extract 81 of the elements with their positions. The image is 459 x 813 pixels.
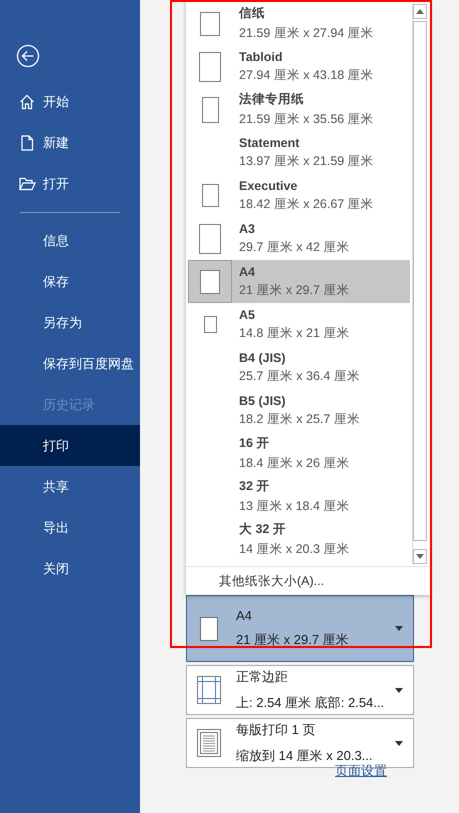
paper-size-option[interactable]: B4 (JIS) 25.7 厘米 x 36.4 厘米 — [188, 346, 410, 389]
sidebar-item[interactable]: 导出 — [0, 507, 140, 548]
page-icon — [200, 616, 218, 640]
sidebar-item[interactable]: 开始 — [0, 81, 140, 122]
sidebar-item[interactable]: 另存为 — [0, 302, 140, 343]
down-arrow-icon — [416, 554, 424, 559]
paper-dimensions: 21.59 厘米 x 35.56 厘米 — [239, 111, 374, 128]
scroll-thumb[interactable] — [413, 21, 427, 541]
paper-dimensions: 29.7 厘米 x 42 厘米 — [239, 238, 350, 256]
paper-dimensions: 13 厘米 x 18.4 厘米 — [239, 498, 350, 515]
scroll-up-button[interactable] — [413, 4, 427, 19]
paper-name: A4 — [239, 264, 256, 278]
paper-name: 16 开 — [239, 435, 270, 452]
page-icon — [200, 12, 220, 36]
folder-icon — [19, 176, 36, 190]
setting-value: 上: 2.54 厘米 底部: 2.54... — [236, 694, 386, 712]
sidebar-item[interactable]: 信息 — [0, 220, 140, 261]
paper-dimensions: 27.94 厘米 x 43.18 厘米 — [239, 66, 374, 84]
page-lines-icon — [197, 729, 221, 757]
margins-icon — [197, 676, 221, 704]
paper-dimensions: 18.42 厘米 x 26.67 厘米 — [239, 196, 374, 212]
sidebar-item[interactable]: 新建 — [0, 122, 140, 163]
caret-icon — [395, 688, 403, 692]
setting-value: 21 厘米 x 29.7 厘米 — [236, 631, 350, 649]
paper-dimensions: 13.97 厘米 x 21.59 厘米 — [239, 152, 374, 170]
sidebar-item[interactable]: 保存 — [0, 261, 140, 302]
setting-title: 正常边距 — [236, 668, 289, 686]
paper-dimensions: 21.59 厘米 x 27.94 厘米 — [239, 25, 374, 42]
page-icon — [199, 224, 221, 254]
paper-name: 信纸 — [239, 5, 266, 22]
caret-icon — [395, 740, 403, 746]
setting-title: 每版打印 1 页 — [236, 721, 316, 739]
paper-size-option[interactable]: A5 14.8 厘米 x 21 厘米 — [188, 303, 410, 346]
paper-dimensions: 14 厘米 x 20.3 厘米 — [239, 541, 350, 558]
back-icon[interactable] — [16, 44, 40, 68]
page-icon — [200, 270, 220, 294]
paper-dimensions: 21 厘米 x 29.7 厘米 — [239, 282, 350, 298]
page-icon — [204, 316, 216, 333]
paper-dimensions: 14.8 厘米 x 21 厘米 — [239, 324, 350, 342]
sidebar-item[interactable]: 共享 — [0, 466, 140, 507]
paper-name: 32 开 — [239, 478, 270, 495]
document-icon — [19, 134, 35, 150]
paper-size-option[interactable]: 信纸 21.59 厘米 x 27.94 厘米 — [188, 2, 410, 45]
paper-size-option[interactable]: A4 21 厘米 x 29.7 厘米 — [188, 260, 410, 303]
paper-name: Executive — [239, 178, 298, 192]
sidebar-item[interactable]: 关闭 — [0, 548, 140, 589]
sidebar-item[interactable]: 打开 — [0, 163, 140, 204]
margins-dropdown[interactable]: 正常边距 上: 2.54 厘米 底部: 2.54... — [186, 665, 414, 715]
paper-dimensions: 25.7 厘米 x 36.4 厘米 — [239, 368, 360, 384]
setting-value: 缩放到 14 厘米 x 20.3... — [236, 747, 374, 764]
paper-name: 法律专用纸 — [239, 91, 305, 108]
paper-name: B5 (JIS) — [239, 394, 287, 408]
sidebar-item[interactable]: 打印 — [0, 425, 140, 466]
caret-icon — [395, 626, 403, 631]
paper-name: A3 — [239, 222, 256, 236]
paper-size-option[interactable]: A3 29.7 厘米 x 42 厘米 — [188, 217, 410, 260]
paper-name: B4 (JIS) — [239, 350, 287, 364]
setting-title: A4 — [236, 608, 253, 623]
page-icon — [199, 52, 221, 82]
paper-name: Statement — [239, 136, 300, 150]
paper-dropdown[interactable]: A4 21 厘米 x 29.7 厘米 — [186, 595, 414, 662]
paper-size-option[interactable]: 32 开 13 厘米 x 18.4 厘米 — [188, 475, 410, 518]
paper-name: A5 — [239, 308, 256, 322]
sidebar-item[interactable]: 保存到百度网盘 — [0, 343, 140, 384]
paper-size-option[interactable]: Executive 18.42 厘米 x 26.67 厘米 — [188, 174, 410, 217]
paper-dimensions: 18.4 厘米 x 26 厘米 — [239, 455, 350, 472]
paper-size-option[interactable]: 大 32 开 14 厘米 x 20.3 厘米 — [188, 518, 410, 561]
paper-dimensions: 18.2 厘米 x 25.7 厘米 — [239, 410, 360, 428]
up-arrow-icon — [416, 9, 424, 14]
paper-size-option[interactable]: Statement 13.97 厘米 x 21.59 厘米 — [188, 131, 410, 174]
paper-name: 大 32 开 — [239, 521, 287, 538]
paper-size-option[interactable]: B5 (JIS) 18.2 厘米 x 25.7 厘米 — [188, 389, 410, 432]
paper-size-option[interactable]: Tabloid 27.94 厘米 x 43.18 厘米 — [188, 45, 410, 88]
paper-name: Tabloid — [239, 50, 284, 64]
paper-size-option[interactable]: 16 开 18.4 厘米 x 26 厘米 — [188, 432, 410, 475]
page-icon — [202, 184, 218, 207]
page-icon — [202, 96, 218, 122]
paper-size-option[interactable]: 法律专用纸 21.59 厘米 x 35.56 厘米 — [188, 88, 410, 131]
scroll-down-button[interactable] — [413, 549, 427, 564]
more-paper-sizes-item[interactable]: 其他纸张大小(A)... — [186, 566, 430, 595]
home-icon — [19, 94, 35, 110]
